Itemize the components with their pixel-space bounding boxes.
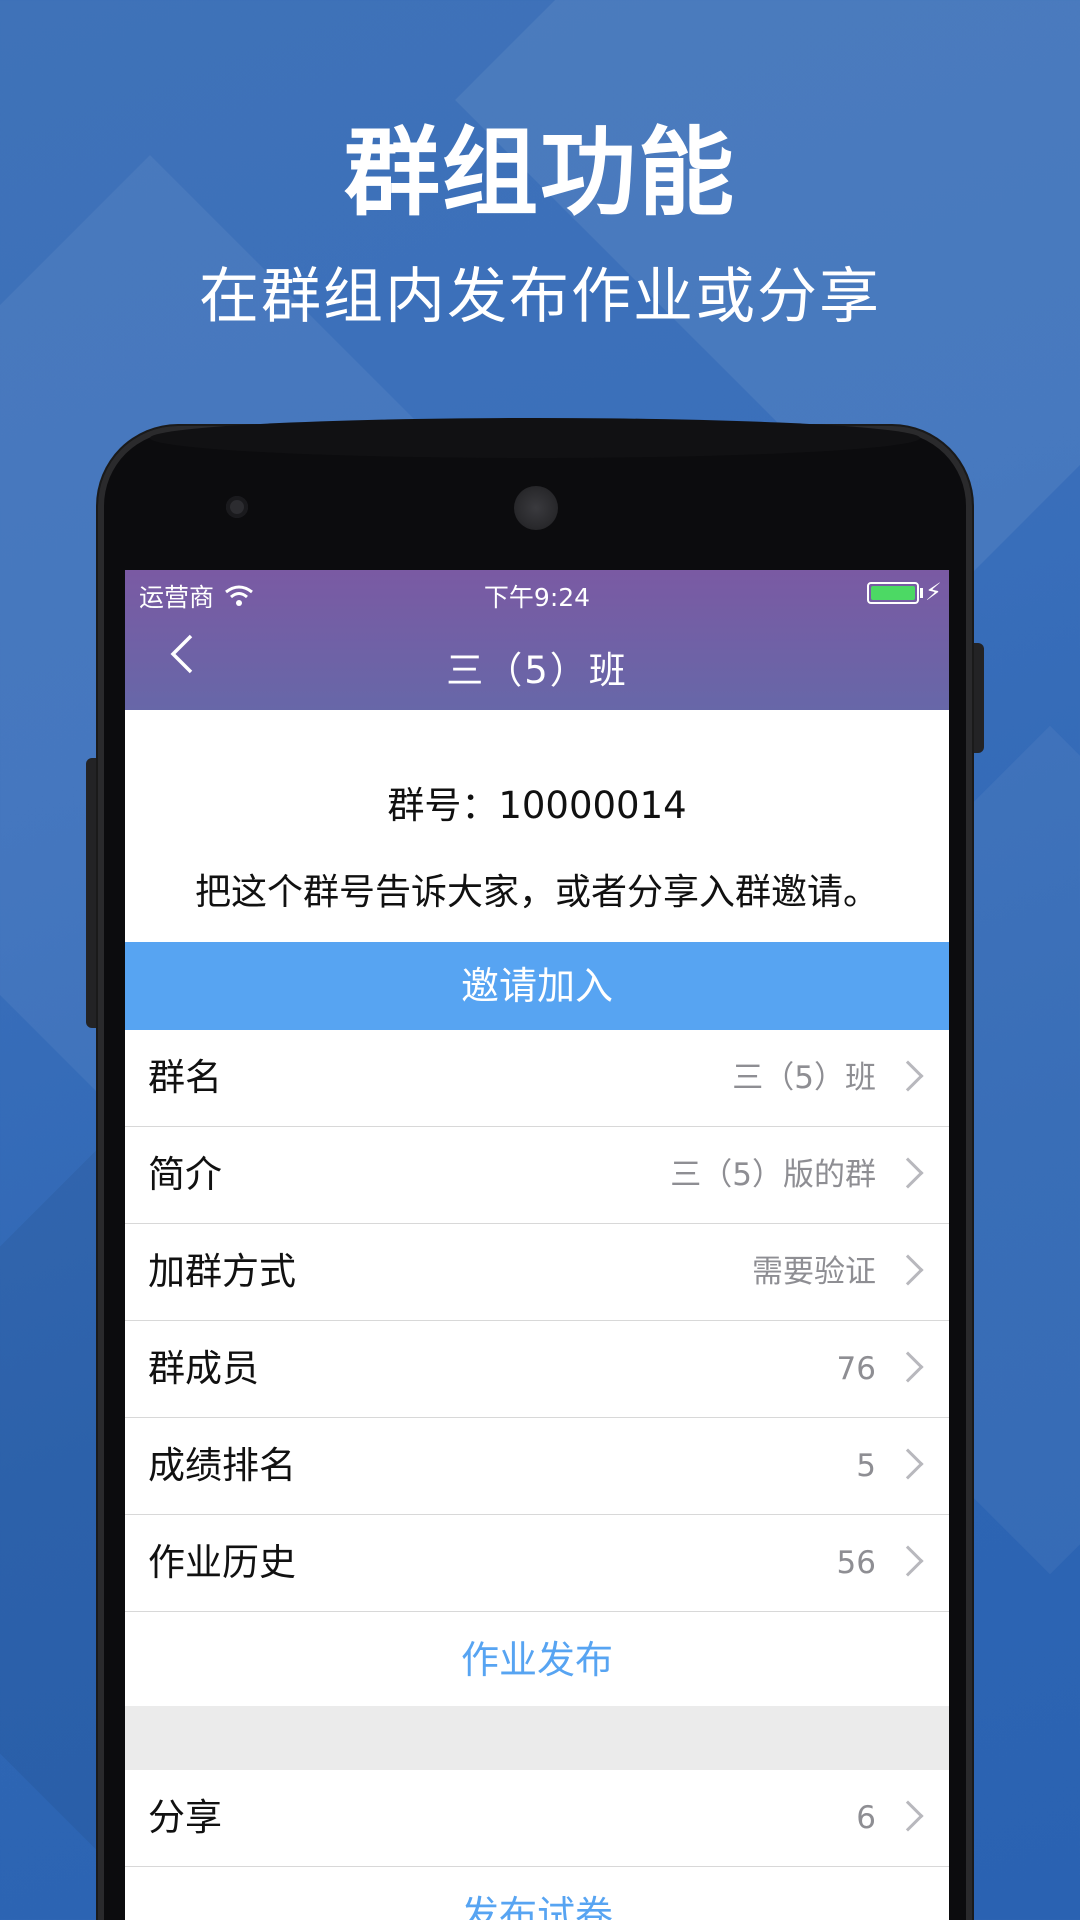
publish-homework-button[interactable]: 作业发布 [125, 1612, 949, 1709]
chevron-right-icon [892, 1157, 924, 1189]
row-label: 作业历史 [148, 1541, 296, 1584]
navigation-bar: 运营商 下午9:24 ⚡ 三（5）班 [125, 570, 949, 710]
status-time: 下午9:24 [483, 583, 591, 612]
group-number: 群号：10000014 [387, 784, 687, 827]
phone-top-edge [150, 418, 920, 458]
row-value: 76 [836, 1351, 876, 1387]
battery-tip [920, 588, 923, 598]
row-value: 需要验证 [752, 1254, 876, 1290]
row-homework-history[interactable]: 作业历史 56 [125, 1515, 949, 1612]
row-intro[interactable]: 简介 三（5）版的群 [125, 1127, 949, 1224]
earpiece-speaker [514, 486, 558, 530]
chevron-right-icon [892, 1254, 924, 1286]
chevron-right-icon [892, 1351, 924, 1383]
chevron-right-icon [892, 1545, 924, 1577]
row-value: 三（5）班 [732, 1060, 876, 1096]
row-label: 分享 [148, 1796, 222, 1839]
row-label: 成绩排名 [148, 1444, 296, 1487]
row-value: 6 [856, 1800, 876, 1836]
battery-icon [867, 582, 919, 604]
publish-exam-button[interactable]: 发布试卷 [125, 1867, 949, 1920]
phone-power-button [970, 643, 984, 753]
charging-bolt-icon: ⚡ [925, 578, 942, 606]
chevron-right-icon [892, 1060, 924, 1092]
front-camera [226, 496, 248, 518]
chevron-right-icon [892, 1448, 924, 1480]
row-share[interactable]: 分享 6 [125, 1770, 949, 1867]
row-members[interactable]: 群成员 76 [125, 1321, 949, 1418]
row-label: 群名 [148, 1056, 222, 1099]
row-score-ranking[interactable]: 成绩排名 5 [125, 1418, 949, 1515]
row-join-method[interactable]: 加群方式 需要验证 [125, 1224, 949, 1321]
row-label: 简介 [148, 1153, 222, 1196]
chevron-right-icon [892, 1800, 924, 1832]
row-label: 加群方式 [148, 1250, 296, 1293]
group-hint: 把这个群号告诉大家，或者分享入群邀请。 [194, 872, 879, 913]
promo-subtitle: 在群组内发布作业或分享 [199, 262, 881, 332]
page-title: 三（5）班 [446, 649, 628, 692]
section-divider [125, 1706, 949, 1770]
row-value: 三（5）版的群 [670, 1157, 876, 1193]
promo-title: 群组功能 [344, 117, 736, 229]
phone-screen: 运营商 下午9:24 ⚡ 三（5）班 群号：10000014 把这个群号告诉大家… [125, 570, 949, 1920]
invite-join-button[interactable]: 邀请加入 [125, 942, 949, 1030]
row-value: 56 [836, 1545, 876, 1581]
row-label: 群成员 [148, 1347, 259, 1390]
row-group-name[interactable]: 群名 三（5）班 [125, 1030, 949, 1127]
row-value: 5 [856, 1448, 876, 1484]
